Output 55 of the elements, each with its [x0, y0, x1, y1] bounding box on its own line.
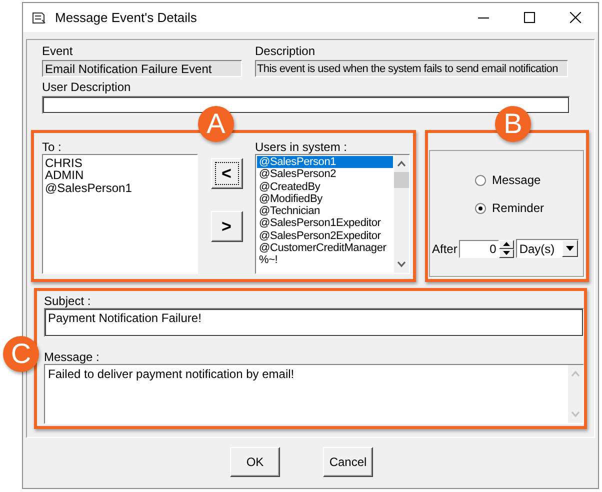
list-item[interactable]: @CustomerCreditManager: [257, 242, 393, 254]
list-item[interactable]: @SalesPerson2: [257, 168, 393, 181]
radio-label[interactable]: Message: [492, 173, 541, 187]
field-label: Description: [255, 44, 316, 58]
list-item[interactable]: @SalesPerson2Expeditor: [257, 230, 393, 242]
list-item[interactable]: %~!: [257, 254, 393, 267]
field-label: User Description: [42, 80, 132, 94]
list-item[interactable]: @SalesPerson1Expeditor: [257, 217, 393, 230]
scroll-up-icon: [571, 370, 580, 377]
close-icon: [570, 12, 580, 23]
list-item[interactable]: @SalesPerson1: [45, 182, 195, 194]
radio-on-icon[interactable]: [475, 202, 486, 214]
radio-label[interactable]: Reminder: [492, 201, 544, 215]
scroll-down-icon: [397, 261, 406, 268]
field-label: Event: [42, 44, 74, 58]
list-item[interactable]: CHRIS: [45, 157, 195, 170]
list-label: To :: [42, 140, 62, 154]
down-triangle-icon: [566, 246, 574, 251]
list-item[interactable]: @ModifiedBy: [257, 192, 393, 206]
scroll-thumb[interactable]: [394, 172, 409, 188]
number-field[interactable]: 0: [459, 240, 500, 258]
maximize-icon: [524, 12, 534, 23]
app-icon: [32, 11, 46, 24]
callout-badge: B: [495, 106, 531, 142]
dialog-button[interactable]: OK: [230, 447, 280, 477]
add-button[interactable]: <: [210, 158, 242, 189]
callout-badge: C: [3, 336, 39, 372]
unit-dropdown[interactable]: Day(s): [516, 239, 580, 258]
radio-off-icon[interactable]: [475, 174, 486, 186]
scroll-down-icon: [571, 411, 580, 418]
description-field: This event is used when the system fails to send email notification: [255, 60, 568, 77]
remove-button[interactable]: >: [210, 211, 242, 242]
scroll-up-icon: [397, 160, 406, 167]
list-label: Users in system :: [255, 140, 348, 154]
window-title: Message Event's Details: [55, 10, 198, 25]
subject-field[interactable]: Payment Notification Failure!: [44, 308, 584, 337]
spin-up-button[interactable]: [499, 240, 514, 248]
user-description-field[interactable]: [42, 96, 570, 114]
event-field: Email Notification Failure Event: [42, 60, 242, 77]
callout-badge: A: [198, 106, 234, 142]
dropdown-button[interactable]: [562, 240, 578, 257]
up-triangle-icon: [503, 242, 510, 246]
list-item[interactable]: @CreatedBy: [257, 180, 393, 193]
scrollbar[interactable]: [394, 155, 409, 273]
list-item[interactable]: ADMIN: [45, 169, 195, 182]
users-list[interactable]: @SalesPerson1 @SalesPerson2 @CreatedBy @ModifiedBy @Technician @SalesPerson1Expeditor @SalesPerson2Expeditor @CustomerCreditManager %~!: [255, 154, 410, 274]
field-label: Subject :: [44, 294, 92, 308]
down-triangle-icon: [503, 251, 510, 255]
list-item[interactable]: @Technician: [257, 205, 393, 218]
recipients-list[interactable]: CHRIS ADMIN @SalesPerson1: [42, 154, 198, 274]
list-item[interactable]: @SalesPerson1: [257, 156, 393, 168]
field-label: After: [432, 242, 458, 256]
message-field[interactable]: Failed to deliver payment notification by email!: [44, 364, 584, 424]
field-label: Message :: [44, 350, 100, 364]
dialog-button[interactable]: Cancel: [323, 447, 373, 477]
